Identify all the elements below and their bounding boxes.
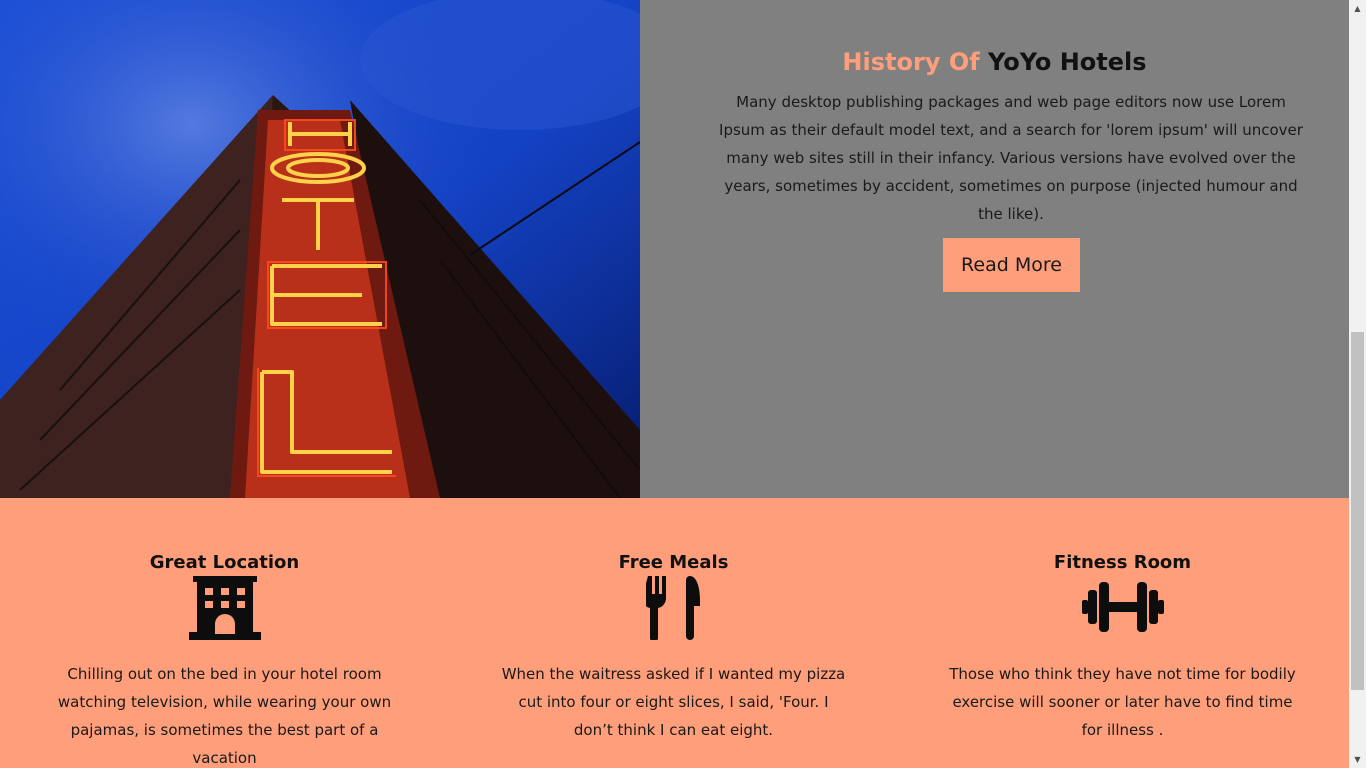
feature-title: Fitness Room (1053, 552, 1192, 573)
feature-great-location: Great Location Chilling out on the bed i… (0, 498, 449, 768)
history-description: Many desktop publishing packages and web… (719, 93, 1303, 223)
utensils-icon (645, 576, 702, 640)
feature-title: Free Meals (618, 552, 729, 573)
feature-description: Chilling out on the bed in your hotel ro… (57, 665, 392, 767)
scroll-thumb[interactable] (1351, 332, 1364, 690)
feature-description: When the waitress asked if I wanted my p… (501, 665, 846, 739)
history-title-main: YoYo Hotels (988, 48, 1147, 76)
scroll-down-arrow-icon[interactable]: ▼ (1349, 751, 1366, 768)
building-icon (188, 576, 261, 640)
read-more-button[interactable]: Read More (943, 238, 1080, 292)
feature-fitness-room: Fitness Room Those who think they have n… (898, 498, 1347, 768)
dumbbell-icon (1081, 576, 1164, 640)
history-title: History Of YoYo Hotels (640, 48, 1349, 76)
hotel-sign-image (0, 0, 640, 498)
history-section: History Of YoYo Hotels Many desktop publ… (640, 0, 1349, 498)
page-scrollbar[interactable]: ▲ ▼ (1349, 0, 1366, 768)
scroll-up-arrow-icon[interactable]: ▲ (1349, 0, 1366, 17)
feature-title: Great Location (149, 552, 300, 573)
feature-free-meals: Free Meals When the waitress asked if I … (449, 498, 898, 768)
hotel-neon-sign-picture (0, 0, 640, 498)
page: History Of YoYo Hotels Many desktop publ… (0, 0, 1349, 768)
feature-description: Those who think they have not time for b… (949, 665, 1296, 739)
features-section: Great Location Chilling out on the bed i… (0, 498, 1349, 768)
history-title-accent: History Of (842, 48, 980, 76)
